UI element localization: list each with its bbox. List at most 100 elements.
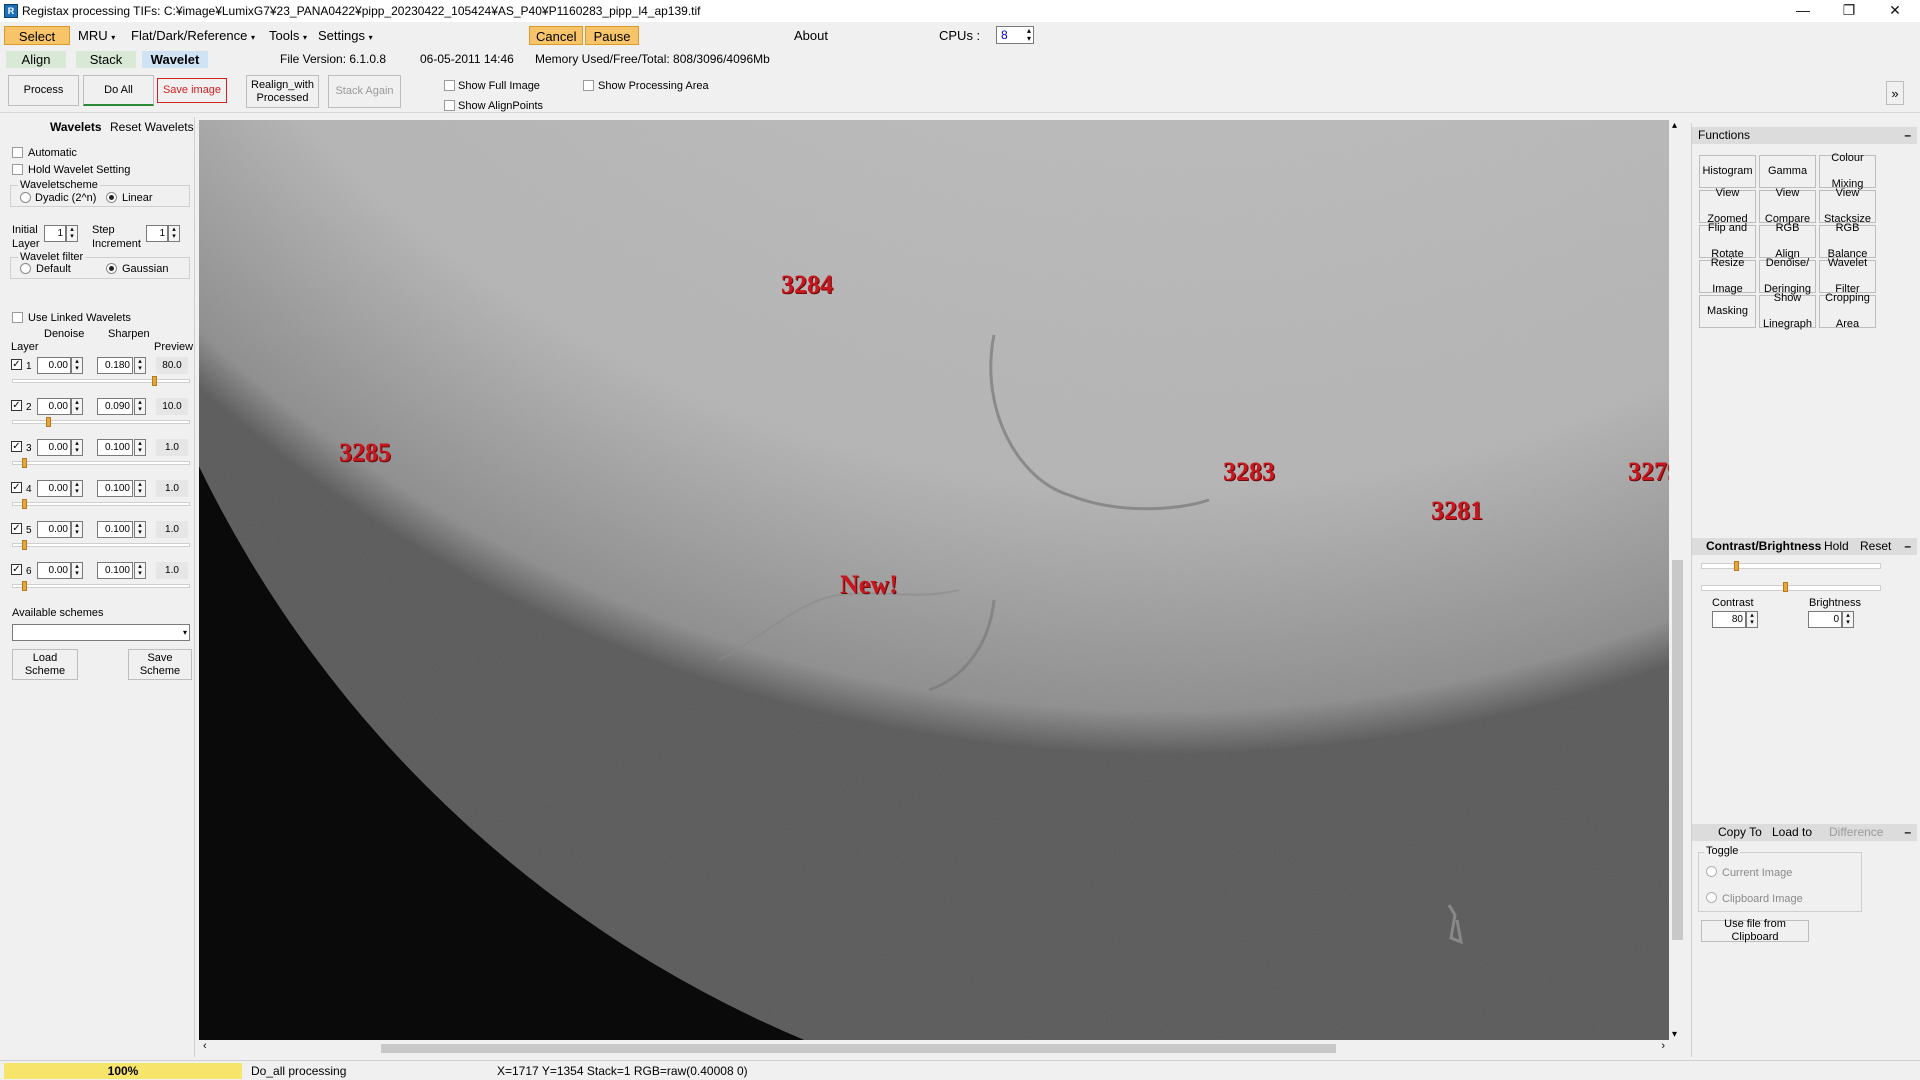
horizontal-scrollbar[interactable]: ‹ › xyxy=(199,1040,1669,1057)
denoise-spinner[interactable]: ▴ ▾ xyxy=(71,480,83,497)
sharpen-input[interactable]: 0.100 xyxy=(97,521,133,538)
denoise-input[interactable]: 0.00 xyxy=(37,521,71,538)
current-image-radio[interactable] xyxy=(1706,866,1717,877)
function-button[interactable]: RGB Balance xyxy=(1819,222,1876,260)
close-button[interactable]: ✕ xyxy=(1872,0,1918,22)
layer-slider[interactable] xyxy=(12,584,190,588)
settings-menu[interactable]: Settings ▾ xyxy=(312,26,379,45)
scroll-down-icon[interactable]: ▾ xyxy=(1672,1029,1677,1040)
function-button[interactable]: Resize Image xyxy=(1699,257,1756,295)
sharpen-input[interactable]: 0.100 xyxy=(97,562,133,579)
copy-to-button[interactable]: Copy To xyxy=(1718,824,1762,841)
do-all-button[interactable]: Do All xyxy=(83,75,154,106)
contrast-hold-button[interactable]: Hold xyxy=(1824,538,1849,555)
brightness-slider[interactable] xyxy=(1701,585,1881,591)
layer-slider-thumb[interactable] xyxy=(22,499,27,509)
sharpen-input[interactable]: 0.090 xyxy=(97,398,133,415)
tab-stack[interactable]: Stack xyxy=(76,51,136,68)
scroll-left-icon[interactable]: ‹ xyxy=(203,1040,207,1052)
scroll-right-icon[interactable]: › xyxy=(1661,1040,1665,1052)
tools-menu[interactable]: Tools ▾ xyxy=(263,26,313,45)
layer-slider[interactable] xyxy=(12,543,190,547)
contrast-slider[interactable] xyxy=(1701,563,1881,569)
function-button[interactable]: View Compare xyxy=(1759,187,1816,225)
function-button[interactable]: RGB Align xyxy=(1759,222,1816,260)
image-viewer[interactable]: 3284 3285 3283 3281 3279 New! xyxy=(199,120,1669,1040)
contrast-reset-button[interactable]: Reset xyxy=(1860,538,1891,555)
scroll-thumb[interactable] xyxy=(381,1044,1336,1053)
denoise-input[interactable]: 0.00 xyxy=(37,357,71,374)
function-button[interactable]: Gamma xyxy=(1759,155,1816,188)
brightness-spinner[interactable]: ▴ ▾ xyxy=(1842,611,1854,628)
vertical-scrollbar[interactable]: ▴ ▾ xyxy=(1669,120,1686,1040)
reset-wavelets-button[interactable]: Reset Wavelets xyxy=(110,121,194,134)
function-button[interactable]: Denoise/Deringing xyxy=(1759,257,1816,295)
sharpen-spinner[interactable]: ▴ ▾ xyxy=(134,398,146,415)
mru-menu[interactable]: MRU ▾ xyxy=(72,26,121,45)
cancel-button[interactable]: Cancel xyxy=(529,26,583,45)
denoise-spinner[interactable]: ▴ ▾ xyxy=(71,357,83,374)
difference-button[interactable]: Difference xyxy=(1829,824,1883,841)
select-button[interactable]: Select xyxy=(4,26,70,45)
scroll-up-icon[interactable]: ▴ xyxy=(1672,120,1677,131)
step-increment-input[interactable]: 1 xyxy=(146,225,168,242)
stack-again-button[interactable]: Stack Again xyxy=(328,75,401,108)
layer-slider[interactable] xyxy=(12,502,190,506)
function-button[interactable]: Show Linegraph xyxy=(1759,292,1816,330)
function-button[interactable]: Masking xyxy=(1699,295,1756,328)
show-full-image-checkbox[interactable] xyxy=(444,80,455,91)
process-button[interactable]: Process xyxy=(8,75,79,106)
layer-slider[interactable] xyxy=(12,461,190,465)
denoise-spinner[interactable]: ▴ ▾ xyxy=(71,398,83,415)
automatic-checkbox[interactable] xyxy=(12,147,23,158)
restore-button[interactable]: ❐ xyxy=(1826,0,1872,22)
sharpen-input[interactable]: 0.100 xyxy=(97,439,133,456)
save-scheme-button[interactable]: Save Scheme xyxy=(128,649,192,680)
contrast-collapse-button[interactable]: – xyxy=(1904,538,1911,555)
load-scheme-button[interactable]: Load Scheme xyxy=(12,649,78,680)
realign-with-processed-button[interactable]: Realign_with Processed xyxy=(246,75,319,108)
function-button[interactable]: Cropping Area xyxy=(1819,292,1876,330)
denoise-input[interactable]: 0.00 xyxy=(37,562,71,579)
denoise-input[interactable]: 0.00 xyxy=(37,439,71,456)
gaussian-filter-radio[interactable] xyxy=(106,263,117,274)
expand-toolbar-button[interactable]: » xyxy=(1886,81,1904,105)
sharpen-spinner[interactable]: ▴ ▾ xyxy=(134,439,146,456)
cpus-spinner[interactable]: 8 ▴ ▾ xyxy=(996,26,1034,44)
about-menu[interactable]: About xyxy=(788,26,834,45)
contrast-spinner[interactable]: ▴ ▾ xyxy=(1746,611,1758,628)
sharpen-input[interactable]: 0.100 xyxy=(97,480,133,497)
denoise-spinner[interactable]: ▴ ▾ xyxy=(71,521,83,538)
use-linked-wavelets-checkbox[interactable] xyxy=(12,312,23,323)
denoise-input[interactable]: 0.00 xyxy=(37,398,71,415)
layer-enable-checkbox[interactable]: ✓ xyxy=(11,441,22,452)
show-alignpoints-checkbox[interactable] xyxy=(444,100,455,111)
denoise-input[interactable]: 0.00 xyxy=(37,480,71,497)
layer-enable-checkbox[interactable]: ✓ xyxy=(11,482,22,493)
initial-layer-input[interactable]: 1 xyxy=(44,225,66,242)
load-to-button[interactable]: Load to xyxy=(1772,824,1812,841)
contrast-slider-thumb[interactable] xyxy=(1734,561,1739,571)
layer-slider[interactable] xyxy=(12,420,190,424)
layer-enable-checkbox[interactable]: ✓ xyxy=(11,523,22,534)
minimize-button[interactable]: — xyxy=(1780,0,1826,22)
hold-wavelet-setting-checkbox[interactable] xyxy=(12,164,23,175)
denoise-spinner[interactable]: ▴ ▾ xyxy=(71,439,83,456)
step-increment-spinner[interactable]: ▴ ▾ xyxy=(168,225,180,242)
default-filter-radio[interactable] xyxy=(20,263,31,274)
layer-slider-thumb[interactable] xyxy=(22,540,27,550)
layer-slider-thumb[interactable] xyxy=(22,581,27,591)
scroll-thumb[interactable] xyxy=(1672,560,1683,940)
tab-align[interactable]: Align xyxy=(6,51,66,68)
contrast-input[interactable]: 80 xyxy=(1712,611,1746,628)
sharpen-spinner[interactable]: ▴ ▾ xyxy=(134,480,146,497)
available-schemes-select[interactable]: ▾ xyxy=(12,624,190,641)
layer-slider[interactable] xyxy=(12,379,190,383)
save-image-button[interactable]: Save image xyxy=(157,78,227,103)
dyadic-radio[interactable] xyxy=(20,192,31,203)
sharpen-spinner[interactable]: ▴ ▾ xyxy=(134,357,146,374)
denoise-spinner[interactable]: ▴ ▾ xyxy=(71,562,83,579)
layer-slider-thumb[interactable] xyxy=(46,417,51,427)
copy-collapse-button[interactable]: – xyxy=(1904,824,1911,841)
function-button[interactable]: Histogram xyxy=(1699,155,1756,188)
